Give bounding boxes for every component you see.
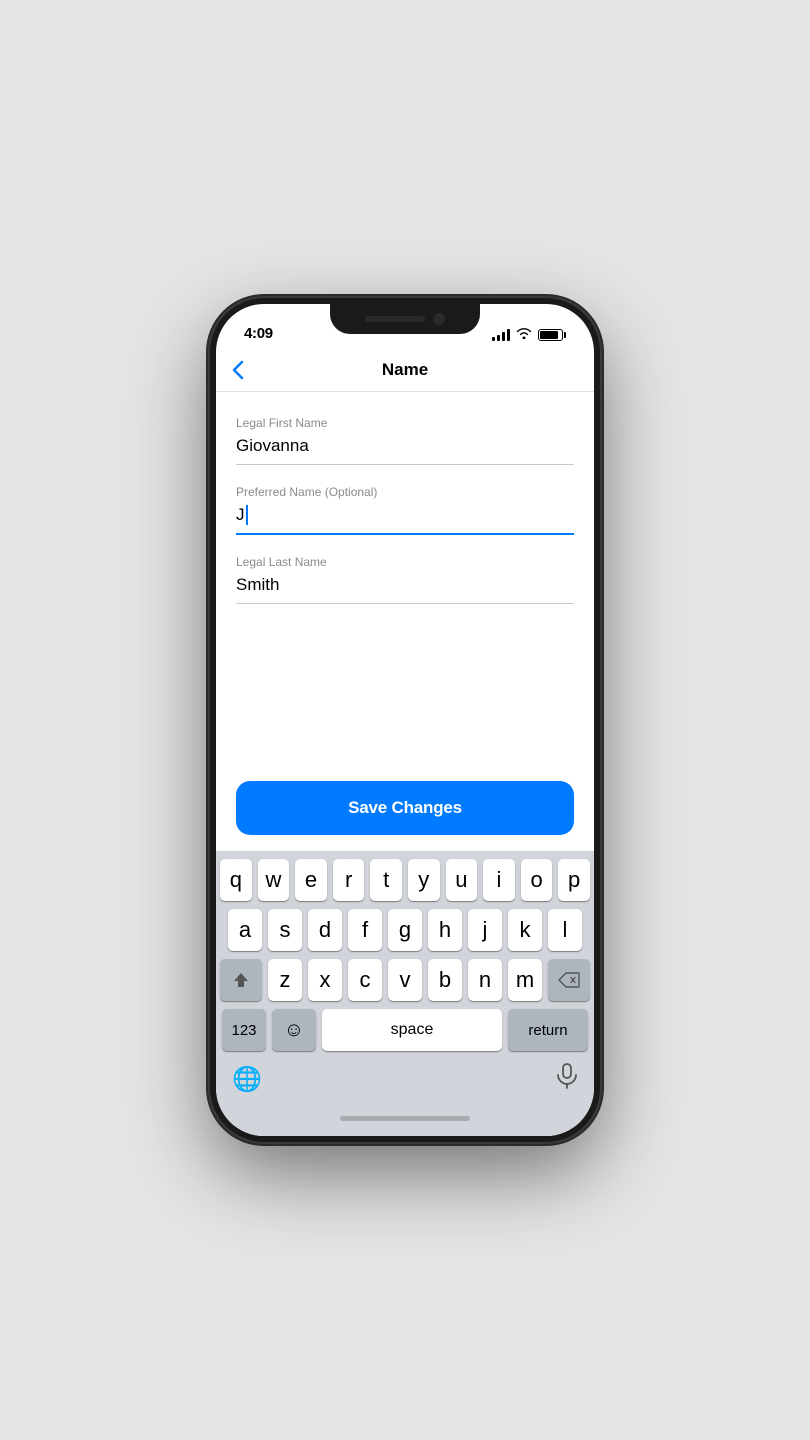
key-d[interactable]: d <box>308 909 342 951</box>
legal-last-name-input[interactable]: Smith <box>236 575 574 604</box>
page-title: Name <box>382 360 428 380</box>
shift-key[interactable] <box>220 959 262 1001</box>
preferred-name-input[interactable]: J <box>236 505 574 535</box>
keyboard-row-4: 123 ☺ space return <box>220 1009 590 1051</box>
key-m[interactable]: m <box>508 959 542 1001</box>
key-e[interactable]: e <box>295 859 327 901</box>
key-w[interactable]: w <box>258 859 290 901</box>
preferred-name-value: J <box>236 505 245 525</box>
save-button-container: Save Changes <box>216 769 594 851</box>
key-r[interactable]: r <box>333 859 365 901</box>
numbers-key[interactable]: 123 <box>222 1009 266 1051</box>
preferred-name-group: Preferred Name (Optional) J <box>236 485 574 535</box>
space-key[interactable]: space <box>322 1009 502 1051</box>
form-content: Legal First Name Giovanna Preferred Name… <box>216 392 594 769</box>
keyboard-row-2: a s d f g h j k l <box>220 909 590 951</box>
key-l[interactable]: l <box>548 909 582 951</box>
key-o[interactable]: o <box>521 859 553 901</box>
notch <box>330 304 480 334</box>
keyboard-row-3: z x c v b n m <box>220 959 590 1001</box>
speaker <box>365 316 425 322</box>
emoji-key[interactable]: ☺ <box>272 1009 316 1051</box>
key-c[interactable]: c <box>348 959 382 1001</box>
key-n[interactable]: n <box>468 959 502 1001</box>
globe-key[interactable]: 🌐 <box>232 1065 262 1094</box>
legal-last-name-label: Legal Last Name <box>236 555 574 569</box>
back-button[interactable] <box>224 352 252 388</box>
key-y[interactable]: y <box>408 859 440 901</box>
legal-first-name-group: Legal First Name Giovanna <box>236 416 574 465</box>
keyboard-row-1: q w e r t y u i o p <box>220 859 590 901</box>
key-z[interactable]: z <box>268 959 302 1001</box>
key-a[interactable]: a <box>228 909 262 951</box>
keyboard-bottom: 🌐 <box>220 1059 590 1104</box>
key-v[interactable]: v <box>388 959 422 1001</box>
status-icons <box>492 327 566 342</box>
home-indicator <box>220 1104 590 1132</box>
save-changes-button[interactable]: Save Changes <box>236 781 574 835</box>
keyboard[interactable]: q w e r t y u i o p a s d f g h j k <box>216 851 594 1136</box>
preferred-name-label: Preferred Name (Optional) <box>236 485 574 499</box>
phone-shell: 4:09 <box>210 298 600 1142</box>
legal-first-name-label: Legal First Name <box>236 416 574 430</box>
text-cursor <box>246 505 248 525</box>
delete-key[interactable] <box>548 959 590 1001</box>
key-t[interactable]: t <box>370 859 402 901</box>
signal-icon <box>492 329 510 341</box>
legal-first-name-input[interactable]: Giovanna <box>236 436 574 465</box>
battery-icon <box>538 329 566 341</box>
key-s[interactable]: s <box>268 909 302 951</box>
microphone-key[interactable] <box>556 1063 578 1096</box>
front-camera <box>433 313 445 325</box>
key-i[interactable]: i <box>483 859 515 901</box>
key-g[interactable]: g <box>388 909 422 951</box>
key-u[interactable]: u <box>446 859 478 901</box>
screen: 4:09 <box>216 304 594 1136</box>
legal-last-name-group: Legal Last Name Smith <box>236 555 574 604</box>
return-key[interactable]: return <box>508 1009 588 1051</box>
key-k[interactable]: k <box>508 909 542 951</box>
status-time: 4:09 <box>244 325 273 342</box>
key-h[interactable]: h <box>428 909 462 951</box>
home-bar <box>340 1116 470 1121</box>
key-q[interactable]: q <box>220 859 252 901</box>
key-p[interactable]: p <box>558 859 590 901</box>
key-x[interactable]: x <box>308 959 342 1001</box>
key-f[interactable]: f <box>348 909 382 951</box>
wifi-icon <box>516 327 532 342</box>
key-j[interactable]: j <box>468 909 502 951</box>
nav-bar: Name <box>216 348 594 392</box>
key-b[interactable]: b <box>428 959 462 1001</box>
